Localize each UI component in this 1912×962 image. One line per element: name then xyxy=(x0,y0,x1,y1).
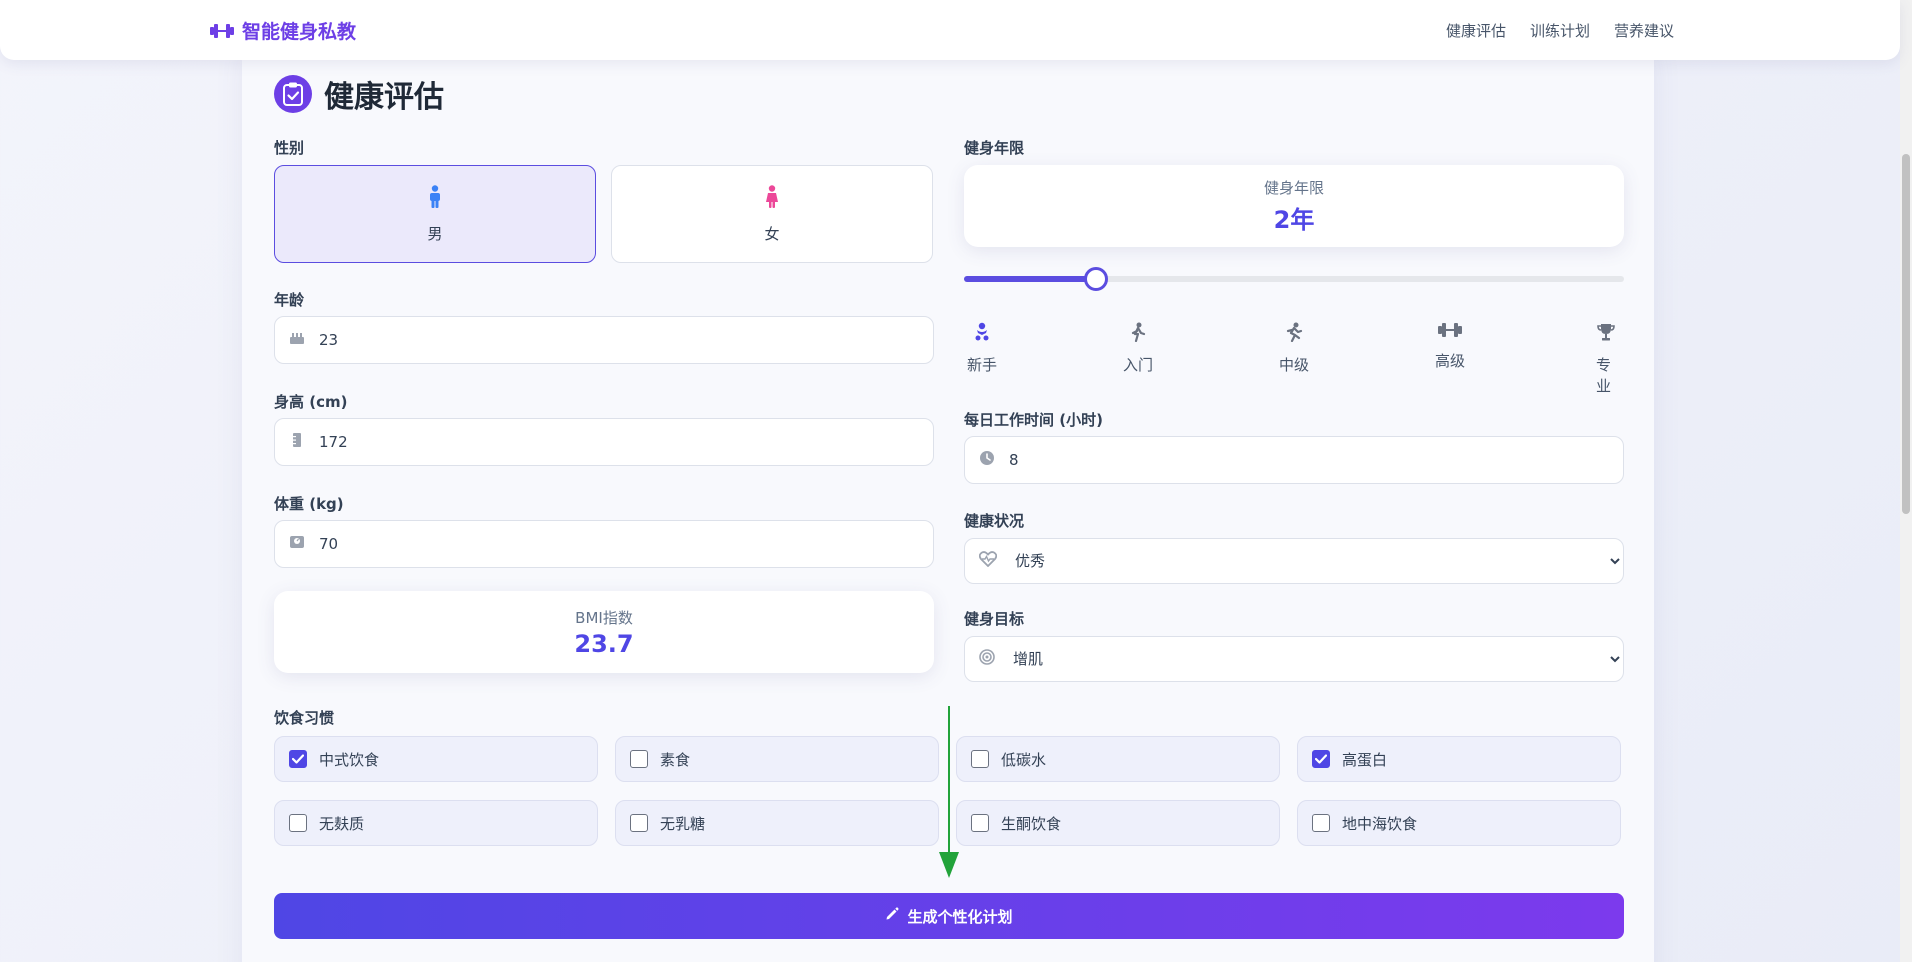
health-status-label: 健康状况 xyxy=(964,512,1025,530)
gender-male-button[interactable]: 男 xyxy=(274,165,596,263)
scrollbar-thumb[interactable] xyxy=(1902,154,1910,514)
work-hours-input[interactable] xyxy=(1009,437,1623,483)
female-icon xyxy=(764,184,780,213)
diet-option-label: 地中海饮食 xyxy=(1342,814,1418,833)
health-status-select[interactable]: 优秀 xyxy=(1011,539,1623,583)
page-title: 健康评估 xyxy=(324,80,444,115)
level-intermediate-label: 中级 xyxy=(1278,356,1310,374)
fitness-years-card: 健身年限 2年 xyxy=(964,165,1624,247)
height-input[interactable] xyxy=(319,419,933,465)
nav-link-training-plan[interactable]: 训练计划 xyxy=(1530,20,1590,41)
pencil-icon xyxy=(885,907,900,925)
diet-option-lactose-free[interactable]: 无乳糖 xyxy=(615,800,939,846)
gender-female-button[interactable]: 女 xyxy=(611,165,933,263)
work-hours-field[interactable] xyxy=(964,436,1624,484)
gender-male-label: 男 xyxy=(427,224,443,243)
ruler-icon xyxy=(289,432,305,452)
diet-option-mediterranean[interactable]: 地中海饮食 xyxy=(1297,800,1621,846)
heartbeat-icon xyxy=(978,551,998,571)
diet-checkbox-gluten-free[interactable] xyxy=(289,814,307,832)
fitness-goal-select[interactable]: 增肌 xyxy=(1009,637,1623,681)
diet-checkbox-lactose-free[interactable] xyxy=(630,814,648,832)
diet-option-label: 低碳水 xyxy=(1001,750,1047,769)
fitness-goal-label: 健身目标 xyxy=(964,610,1025,628)
fitness-years-value: 2年 xyxy=(1273,206,1315,234)
level-beginner-label: 新手 xyxy=(966,356,998,374)
target-icon xyxy=(979,649,995,669)
brand-logo[interactable]: 智能健身私教 xyxy=(210,17,356,44)
level-beginner[interactable]: 新手 xyxy=(967,322,997,375)
diet-label: 饮食习惯 xyxy=(274,709,335,727)
diet-option-label: 高蛋白 xyxy=(1342,750,1388,769)
level-entry-label: 入门 xyxy=(1122,356,1154,374)
trophy-icon xyxy=(1596,322,1616,346)
diet-checkbox-mediterranean[interactable] xyxy=(1312,814,1330,832)
diet-checkbox-high-protein[interactable] xyxy=(1312,750,1330,768)
level-professional-label: 专业 xyxy=(1596,356,1612,395)
fitness-level-scale: 新手 入门 中级 高级 专业 xyxy=(964,322,1624,395)
section-title: 健康评估 xyxy=(274,72,444,116)
generate-plan-button[interactable]: 生成个性化计划 xyxy=(274,893,1624,939)
nav-link-nutrition[interactable]: 营养建议 xyxy=(1614,20,1674,41)
birthday-cake-icon xyxy=(289,331,305,349)
male-icon xyxy=(427,184,443,213)
weight-label: 体重 (kg) xyxy=(274,495,344,513)
fitness-goal-field[interactable]: 增肌 xyxy=(964,636,1624,682)
health-status-field[interactable]: 优秀 xyxy=(964,538,1624,584)
level-advanced-label: 高级 xyxy=(1434,352,1466,370)
age-input[interactable] xyxy=(319,317,933,363)
diet-option-low-carb[interactable]: 低碳水 xyxy=(956,736,1280,782)
diet-checkbox-chinese[interactable] xyxy=(289,750,307,768)
level-professional[interactable]: 专业 xyxy=(1596,322,1616,396)
diet-checkbox-keto[interactable] xyxy=(971,814,989,832)
level-intermediate[interactable]: 中级 xyxy=(1279,322,1309,375)
work-hours-label: 每日工作时间 (小时) xyxy=(964,411,1103,429)
level-advanced[interactable]: 高级 xyxy=(1435,322,1465,371)
diet-option-high-protein[interactable]: 高蛋白 xyxy=(1297,736,1621,782)
age-label: 年龄 xyxy=(274,291,305,309)
top-navbar: 智能健身私教 健康评估 训练计划 营养建议 xyxy=(0,0,1900,60)
clipboard-check-icon xyxy=(274,75,312,113)
slider-handle[interactable] xyxy=(1084,267,1108,291)
diet-option-label: 素食 xyxy=(660,750,691,769)
running-icon xyxy=(1285,322,1303,346)
nav-link-assessment[interactable]: 健康评估 xyxy=(1446,20,1506,41)
brand-name: 智能健身私教 xyxy=(242,21,357,43)
diet-option-label: 生酮饮食 xyxy=(1001,814,1062,833)
page-scrollbar[interactable] xyxy=(1900,0,1912,962)
clock-icon xyxy=(979,450,995,470)
diet-checkbox-vegetarian[interactable] xyxy=(630,750,648,768)
annotation-arrow-icon xyxy=(939,706,959,878)
baby-icon xyxy=(973,322,991,346)
diet-option-keto[interactable]: 生酮饮食 xyxy=(956,800,1280,846)
bmi-label: BMI指数 xyxy=(575,608,633,627)
level-entry[interactable]: 入门 xyxy=(1123,322,1153,375)
nav-links: 健康评估 训练计划 营养建议 xyxy=(1446,20,1674,41)
scale-icon xyxy=(289,535,305,553)
bmi-card: BMI指数 23.7 xyxy=(274,591,934,673)
weight-field[interactable] xyxy=(274,520,934,568)
height-label: 身高 (cm) xyxy=(274,393,348,411)
walking-icon xyxy=(1130,322,1146,346)
bmi-value: 23.7 xyxy=(574,629,634,658)
dumbbell-icon xyxy=(210,23,234,39)
fitness-years-slider[interactable] xyxy=(964,267,1624,291)
slider-fill xyxy=(964,276,1096,282)
diet-option-chinese[interactable]: 中式饮食 xyxy=(274,736,598,782)
diet-checkbox-low-carb[interactable] xyxy=(971,750,989,768)
gender-female-label: 女 xyxy=(764,224,780,243)
fitness-years-label: 健身年限 xyxy=(964,139,1025,157)
diet-option-vegetarian[interactable]: 素食 xyxy=(615,736,939,782)
diet-option-label: 中式饮食 xyxy=(319,750,380,769)
height-field[interactable] xyxy=(274,418,934,466)
diet-option-gluten-free[interactable]: 无麸质 xyxy=(274,800,598,846)
gender-label: 性别 xyxy=(274,139,305,157)
age-field[interactable] xyxy=(274,316,934,364)
diet-option-label: 无麸质 xyxy=(319,814,365,833)
fitness-years-card-label: 健身年限 xyxy=(1263,179,1324,197)
generate-plan-label: 生成个性化计划 xyxy=(907,907,1013,926)
dumbbell-icon xyxy=(1437,322,1462,342)
weight-input[interactable] xyxy=(319,521,933,567)
diet-option-label: 无乳糖 xyxy=(660,814,706,833)
